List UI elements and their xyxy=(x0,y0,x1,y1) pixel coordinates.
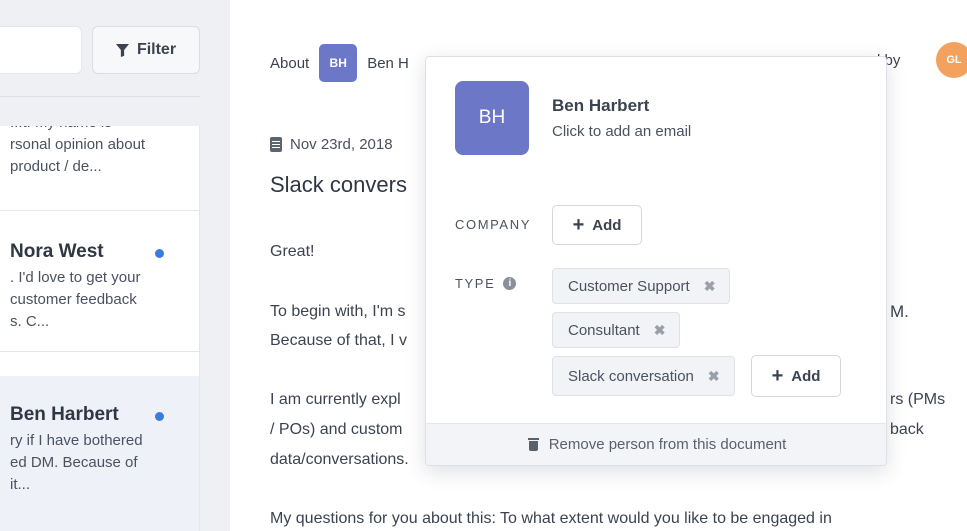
list-item[interactable]: Nora West . I'd love to get your custome… xyxy=(0,211,199,351)
filter-button-label: Filter xyxy=(136,41,177,58)
document-paragraph[interactable]: data/conversations. xyxy=(270,448,409,472)
document-paragraph-fragment[interactable]: M. xyxy=(890,300,909,324)
add-email-link[interactable]: Click to add an email xyxy=(552,123,691,140)
about-row: About BH Ben H xyxy=(270,44,409,82)
person-avatar-large[interactable]: BH xyxy=(455,81,529,155)
list-item-snippet: it... xyxy=(10,476,31,493)
person-avatar[interactable]: BH xyxy=(319,44,358,82)
type-tag-label: Consultant xyxy=(568,321,640,339)
add-company-label: Add xyxy=(592,216,622,234)
person-popover: BH Ben Harbert Click to add an email COM… xyxy=(425,56,887,466)
add-type-button[interactable]: + Add xyxy=(751,355,841,397)
type-tag-label: Customer Support xyxy=(568,277,690,295)
document-paragraph[interactable]: Because of that, I v xyxy=(270,329,407,353)
list-item-selected[interactable]: Ben Harbert ry if I have bothered ed DM.… xyxy=(0,376,199,531)
type-tag[interactable]: Slack conversation ✖ xyxy=(552,356,735,396)
list-item-snippet: customer feedback xyxy=(10,291,137,308)
conversation-sidebar: Filter ...t. My name is rsonal opinion a… xyxy=(0,0,230,531)
conversation-list: ...t. My name is rsonal opinion about pr… xyxy=(0,126,200,531)
remove-tag-icon[interactable]: ✖ xyxy=(704,278,716,295)
document-paragraph-fragment[interactable]: back xyxy=(890,418,924,442)
add-company-button[interactable]: + Add xyxy=(552,205,642,245)
remove-tag-icon[interactable]: ✖ xyxy=(708,368,720,385)
list-item-snippet: s. C... xyxy=(10,313,50,330)
unread-dot xyxy=(155,249,164,258)
add-type-label: Add xyxy=(791,367,821,385)
type-label: TYPE i xyxy=(455,276,517,291)
document-paragraph[interactable]: To begin with, I'm s xyxy=(270,300,406,324)
company-label-text: COMPANY xyxy=(455,217,531,232)
document-paragraph[interactable]: I am currently expl xyxy=(270,388,401,412)
document-title[interactable]: Slack convers xyxy=(270,172,407,198)
about-label: About xyxy=(270,54,310,72)
document-date-row: Nov 23rd, 2018 xyxy=(270,136,393,153)
remove-person-button[interactable]: Remove person from this document xyxy=(426,423,886,465)
list-item-snippet: rsonal opinion about xyxy=(10,136,146,153)
editor-avatar[interactable]: GL xyxy=(936,42,967,78)
document-date: Nov 23rd, 2018 xyxy=(290,136,393,153)
company-label: COMPANY xyxy=(455,217,531,232)
type-tag[interactable]: Consultant ✖ xyxy=(552,312,681,348)
plus-icon: + xyxy=(572,214,585,236)
type-label-text: TYPE xyxy=(455,276,496,291)
funnel-icon xyxy=(115,43,129,57)
list-item-snippet: . I'd love to get your xyxy=(10,269,141,286)
list-item[interactable]: ...t. My name is rsonal opinion about pr… xyxy=(0,126,199,210)
list-item-snippet: ed DM. Because of xyxy=(10,454,138,471)
document-paragraph[interactable]: Great! xyxy=(270,240,314,264)
type-tag[interactable]: Customer Support ✖ xyxy=(552,268,731,304)
document-icon xyxy=(270,137,282,152)
remove-tag-icon[interactable]: ✖ xyxy=(654,322,666,339)
plus-icon: + xyxy=(771,365,784,387)
info-icon[interactable]: i xyxy=(503,277,517,290)
search-input[interactable] xyxy=(0,26,82,74)
unread-dot xyxy=(155,412,164,421)
document-paragraph[interactable]: My questions for you about this: To what… xyxy=(270,507,832,531)
person-name[interactable]: Ben Harbert xyxy=(552,96,649,116)
remove-person-label: Remove person from this document xyxy=(548,436,787,453)
trash-icon xyxy=(527,438,539,451)
list-item-snippet: ry if I have bothered xyxy=(10,432,143,449)
type-tag-label: Slack conversation xyxy=(568,367,694,385)
document-paragraph[interactable]: / POs) and custom xyxy=(270,418,403,442)
filter-button[interactable]: Filter xyxy=(92,26,200,74)
list-item-snippet: ...t. My name is xyxy=(10,126,190,134)
document-paragraph-fragment[interactable]: rs (PMs xyxy=(890,388,945,412)
sidebar-divider xyxy=(0,96,200,97)
about-person-name[interactable]: Ben H xyxy=(367,55,409,72)
list-item-snippet: product / de... xyxy=(10,158,102,175)
list-divider xyxy=(0,351,199,352)
